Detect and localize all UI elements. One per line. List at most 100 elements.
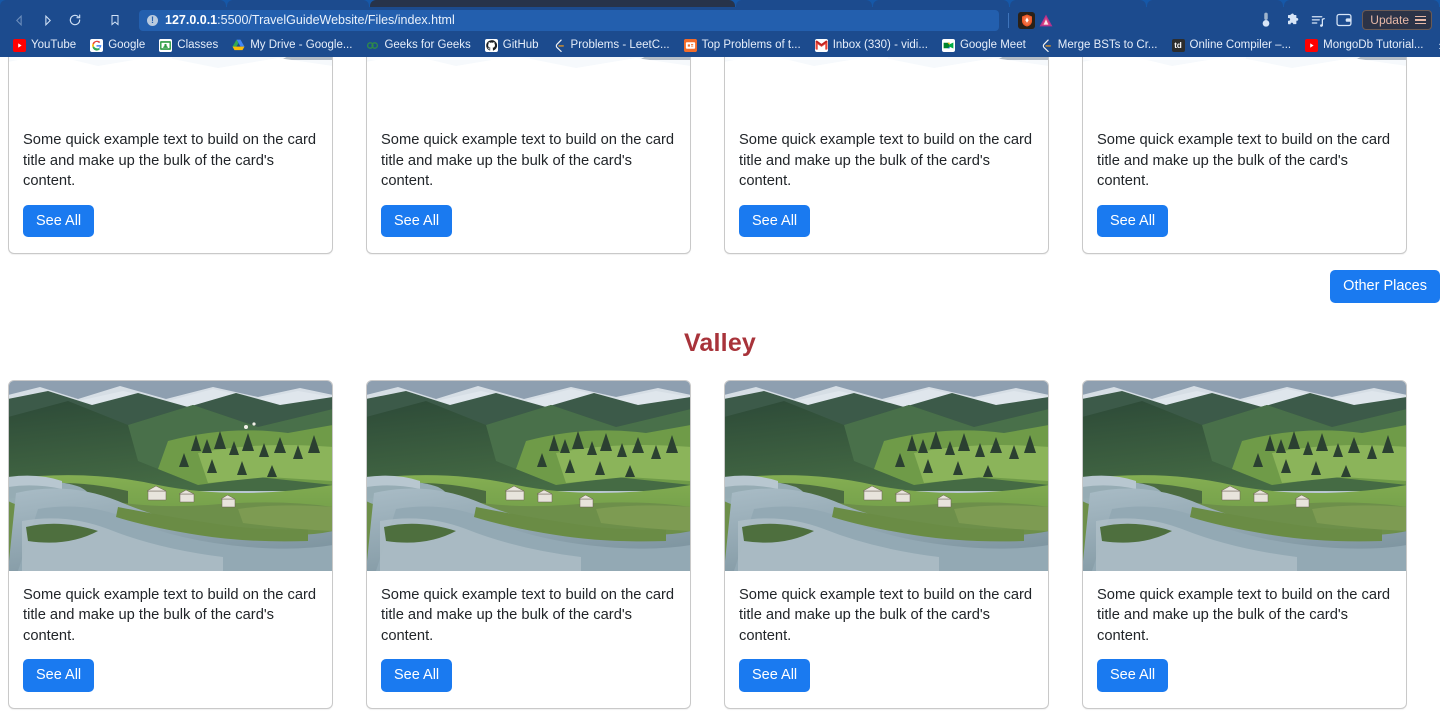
see-all-button[interactable]: See All <box>739 204 811 237</box>
place-card[interactable]: Some quick example text to build on the … <box>1082 379 1407 709</box>
google-icon <box>90 38 104 52</box>
bookmark-item-google[interactable]: Google <box>83 35 152 55</box>
leetcode-icon <box>553 38 566 52</box>
snow-mountain-image <box>1083 57 1406 116</box>
snow-mountain-image <box>367 57 690 116</box>
playlist-icon[interactable] <box>1306 9 1330 31</box>
bookmark-item-online-compiler[interactable]: td Online Compiler –... <box>1165 35 1299 55</box>
place-card[interactable]: Some quick example text to build on the … <box>724 57 1049 254</box>
card-text: Some quick example text to build on the … <box>739 132 1033 189</box>
mountains-row-footer: Other Places <box>0 270 1440 303</box>
reload-icon[interactable] <box>62 9 88 31</box>
back-icon[interactable] <box>6 9 32 31</box>
other-places-button[interactable]: Other Places <box>1330 270 1440 303</box>
page-content: Some quick example text to build on the … <box>0 57 1440 711</box>
bookmark-item-inbox-gmail[interactable]: Inbox (330) - vidi... <box>808 35 935 55</box>
browser-chrome: ! 127.0.0.1:5500/TravelGuideWebsite/File… <box>0 0 1440 57</box>
section-title-valley: Valley <box>683 328 757 357</box>
site-info-icon[interactable]: ! <box>147 14 158 26</box>
see-all-button[interactable]: See All <box>381 659 453 692</box>
place-card[interactable]: Some quick example text to build on the … <box>8 379 333 709</box>
see-all-button[interactable]: See All <box>381 204 453 237</box>
bookmark-label: Google Meet <box>959 39 1026 51</box>
green-valley-river-image <box>367 380 690 571</box>
youtube-icon <box>13 38 26 52</box>
hamburger-menu-icon[interactable] <box>1415 15 1426 25</box>
bookmark-label: MongoDb Tutorial... <box>1323 39 1424 51</box>
url-path: :5500/TravelGuideWebsite/Files/index.htm… <box>217 13 455 27</box>
bookmark-label: Problems - LeetC... <box>570 39 670 51</box>
place-card[interactable]: Some quick example text to build on the … <box>366 57 691 254</box>
bookmark-label: My Drive - Google... <box>250 39 353 51</box>
browser-tab[interactable] <box>736 0 872 7</box>
green-valley-river-image <box>9 380 332 571</box>
place-card[interactable]: Some quick example text to build on the … <box>8 57 333 254</box>
place-card[interactable]: Some quick example text to build on the … <box>1082 57 1407 254</box>
bookmark-label: Online Compiler –... <box>1189 39 1292 51</box>
green-valley-river-image <box>1083 380 1406 571</box>
bookmark-item-problems-leetcode[interactable]: Problems - LeetC... <box>546 35 677 55</box>
bookmark-item-mongodb-tutorial[interactable]: MongoDb Tutorial... <box>1298 35 1430 55</box>
bookmark-label: Google <box>108 39 146 51</box>
card-text: Some quick example text to build on the … <box>381 586 675 644</box>
place-card[interactable]: Some quick example text to build on the … <box>366 379 691 709</box>
browser-tab-active[interactable] <box>370 0 735 7</box>
see-all-button[interactable]: See All <box>23 659 95 692</box>
card-text: Some quick example text to build on the … <box>23 586 317 644</box>
tutorialspoint-icon: td <box>1171 38 1185 52</box>
snow-mountain-image <box>9 57 332 116</box>
url-text: 127.0.0.1:5500/TravelGuideWebsite/Files/… <box>165 13 455 27</box>
bookmark-item-merge-bsts[interactable]: Merge BSTs to Cr... <box>1033 35 1165 55</box>
bookmark-item-geeks-for-geeks[interactable]: Geeks for Geeks <box>359 35 477 55</box>
bookmark-item-google-meet[interactable]: Google Meet <box>935 35 1033 55</box>
puzzle-piece-icon[interactable] <box>1280 9 1304 31</box>
see-all-button[interactable]: See All <box>1097 204 1169 237</box>
bookmark-label: Geeks for Geeks <box>384 39 471 51</box>
top-problems-icon <box>683 38 697 52</box>
card-text: Some quick example text to build on the … <box>1097 586 1391 644</box>
mountains-card-row: Some quick example text to build on the … <box>0 57 1440 254</box>
brave-rewards-triangle-icon[interactable] <box>1037 12 1055 29</box>
forward-icon[interactable] <box>34 9 60 31</box>
bookmark-label: Inbox (330) - vidi... <box>832 39 928 51</box>
toolbar-divider <box>1008 12 1009 28</box>
browser-tab[interactable] <box>1010 0 1146 7</box>
see-all-button[interactable]: See All <box>1097 659 1169 692</box>
card-body: Some quick example text to build on the … <box>367 571 690 708</box>
meet-icon <box>941 38 955 52</box>
snow-mountain-image <box>725 57 1048 116</box>
place-card[interactable]: Some quick example text to build on the … <box>724 379 1049 709</box>
browser-tab[interactable] <box>1147 0 1283 7</box>
wallet-icon[interactable] <box>1332 9 1356 31</box>
bookmark-icon[interactable] <box>102 9 128 31</box>
browser-tab[interactable] <box>1284 0 1439 7</box>
update-button-label: Update <box>1370 13 1409 27</box>
bookmark-label: Classes <box>177 39 219 51</box>
card-body: Some quick example text to build on the … <box>1083 571 1406 708</box>
card-body: Some quick example text to build on the … <box>367 116 690 253</box>
card-body: Some quick example text to build on the … <box>725 571 1048 708</box>
see-all-button[interactable]: See All <box>23 204 95 237</box>
card-text: Some quick example text to build on the … <box>381 132 675 189</box>
bookmark-item-youtube[interactable]: YouTube <box>6 35 83 55</box>
bookmark-item-github[interactable]: GitHub <box>478 35 546 55</box>
bookmarks-overflow-button[interactable]: » <box>1430 38 1440 53</box>
browser-tab[interactable] <box>227 0 369 7</box>
drive-icon <box>232 39 245 52</box>
browser-tab[interactable] <box>0 0 226 7</box>
valley-card-row: Some quick example text to build on the … <box>0 379 1440 709</box>
browser-tab[interactable] <box>873 0 1009 7</box>
card-body: Some quick example text to build on the … <box>9 116 332 253</box>
browser-toolbar: ! 127.0.0.1:5500/TravelGuideWebsite/File… <box>0 7 1440 33</box>
bookmark-item-classes[interactable]: Classes <box>152 35 225 55</box>
bookmark-item-my-drive[interactable]: My Drive - Google... <box>225 35 359 55</box>
bookmark-item-top-problems[interactable]: Top Problems of t... <box>677 35 808 55</box>
address-bar[interactable]: ! 127.0.0.1:5500/TravelGuideWebsite/File… <box>139 9 999 31</box>
profile-icon[interactable] <box>1254 9 1278 31</box>
update-button[interactable]: Update <box>1362 10 1432 30</box>
gfg-icon <box>366 39 379 52</box>
green-valley-river-image <box>725 380 1048 571</box>
tab-strip <box>0 0 1440 7</box>
brave-shield-icon[interactable] <box>1018 11 1035 29</box>
see-all-button[interactable]: See All <box>739 659 811 692</box>
